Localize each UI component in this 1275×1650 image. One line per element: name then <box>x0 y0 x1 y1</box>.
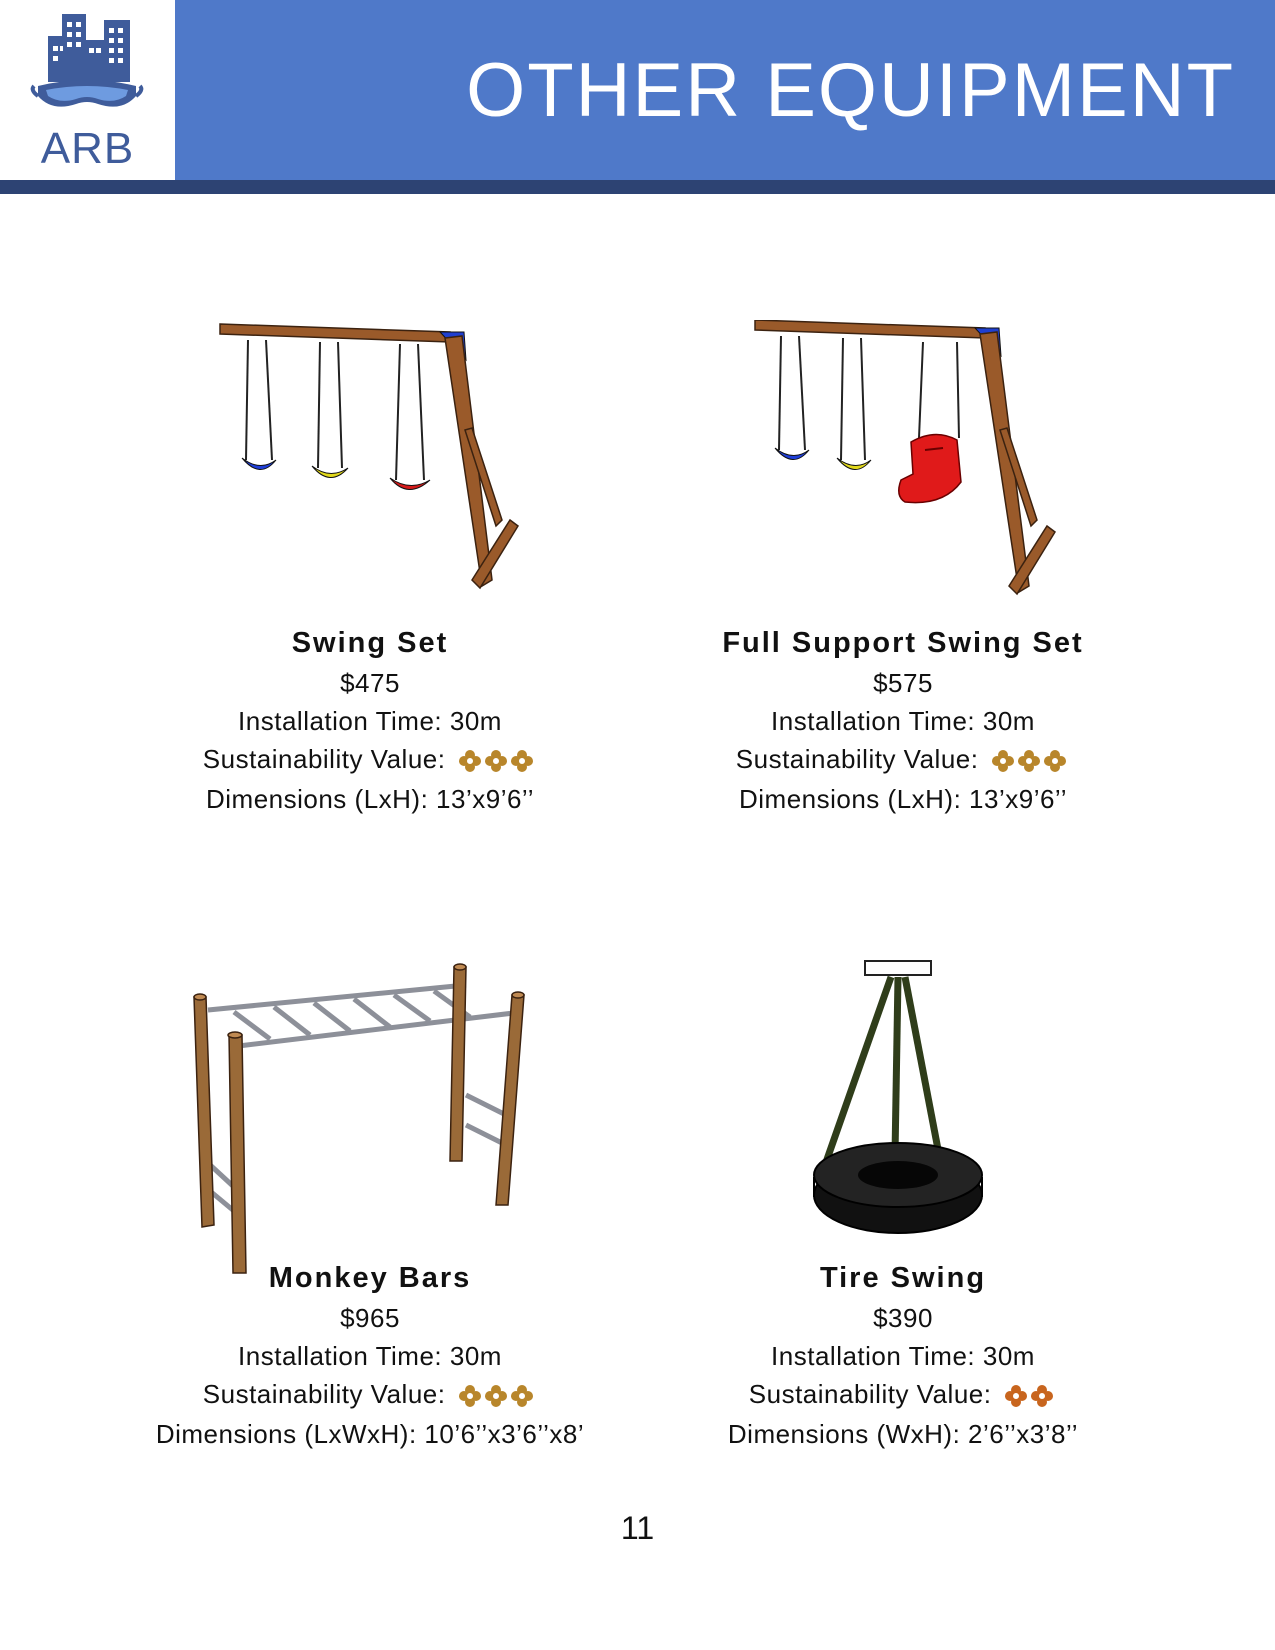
sustainability-rating <box>459 1385 537 1408</box>
sustainability-label: Sustainability Value: <box>735 744 979 774</box>
equipment-price: $575 <box>873 668 933 698</box>
page-title: OTHER EQUIPMENT <box>466 48 1235 133</box>
sustainability-rating <box>1005 1385 1057 1408</box>
installation-time: Installation Time: 30m <box>238 706 502 736</box>
sustainability-label: Sustainability Value: <box>202 744 446 774</box>
city-building-icon <box>30 14 144 107</box>
flower-icon <box>1005 1385 1028 1408</box>
tire-swing-illustration <box>813 960 983 1234</box>
flower-icon <box>459 1385 482 1408</box>
installation-time: Installation Time: 30m <box>771 1341 1035 1371</box>
full-support-swing-set-illustration <box>754 320 1056 596</box>
flower-icon <box>511 1385 534 1408</box>
dimensions: Dimensions (LxH): 13’x9’6’’ <box>738 784 1068 814</box>
equipment-info: Tire Swing $390 Installation Time: 30m S… <box>643 1261 1163 1456</box>
equipment-price: $965 <box>340 1303 400 1333</box>
dimensions: Dimensions (LxH): 13’x9’6’’ <box>205 784 535 814</box>
dimensions: Dimensions (WxH): 2’6’’x3’8’’ <box>727 1419 1079 1449</box>
sustainability-label: Sustainability Value: <box>202 1379 446 1409</box>
equipment-price: $475 <box>340 668 400 698</box>
equipment-info: Monkey Bars $965 Installation Time: 30m … <box>110 1261 630 1456</box>
equipment-name: Full Support Swing Set <box>722 627 1084 659</box>
installation-time: Installation Time: 30m <box>238 1341 502 1371</box>
equipment-info: Swing Set $475 Installation Time: 30m Su… <box>110 626 630 821</box>
flower-icon <box>511 750 534 773</box>
dimensions: Dimensions (LxWxH): 10’6’’x3’6’’x8’ <box>155 1419 585 1449</box>
swing-set-illustration <box>219 323 519 590</box>
logo-text: ARB <box>40 124 135 173</box>
flower-icon <box>485 750 508 773</box>
flower-icon <box>1044 750 1067 773</box>
installation-time: Installation Time: 30m <box>771 706 1035 736</box>
equipment-price: $390 <box>873 1303 933 1333</box>
monkey-bars-illustration <box>193 963 525 1274</box>
equipment-name: Tire Swing <box>819 1262 987 1294</box>
equipment-name: Monkey Bars <box>268 1262 472 1294</box>
equipment-info: Full Support Swing Set $575 Installation… <box>643 626 1163 821</box>
page-number: 11 <box>620 1510 655 1546</box>
flower-icon <box>1031 1385 1054 1408</box>
sustainability-label: Sustainability Value: <box>748 1379 992 1409</box>
logo: ARB <box>0 0 175 180</box>
flower-icon <box>485 1385 508 1408</box>
flower-icon <box>992 750 1015 773</box>
header-underline <box>0 180 1275 194</box>
sustainability-value: Sustainability Value: <box>110 1378 630 1410</box>
sustainability-value: Sustainability Value: <box>643 1378 1163 1410</box>
sustainability-rating <box>992 750 1070 773</box>
sustainability-value: Sustainability Value: <box>110 743 630 775</box>
flower-icon <box>1018 750 1041 773</box>
sustainability-rating <box>459 750 537 773</box>
equipment-name: Swing Set <box>291 627 449 659</box>
sustainability-value: Sustainability Value: <box>643 743 1163 775</box>
flower-icon <box>459 750 482 773</box>
